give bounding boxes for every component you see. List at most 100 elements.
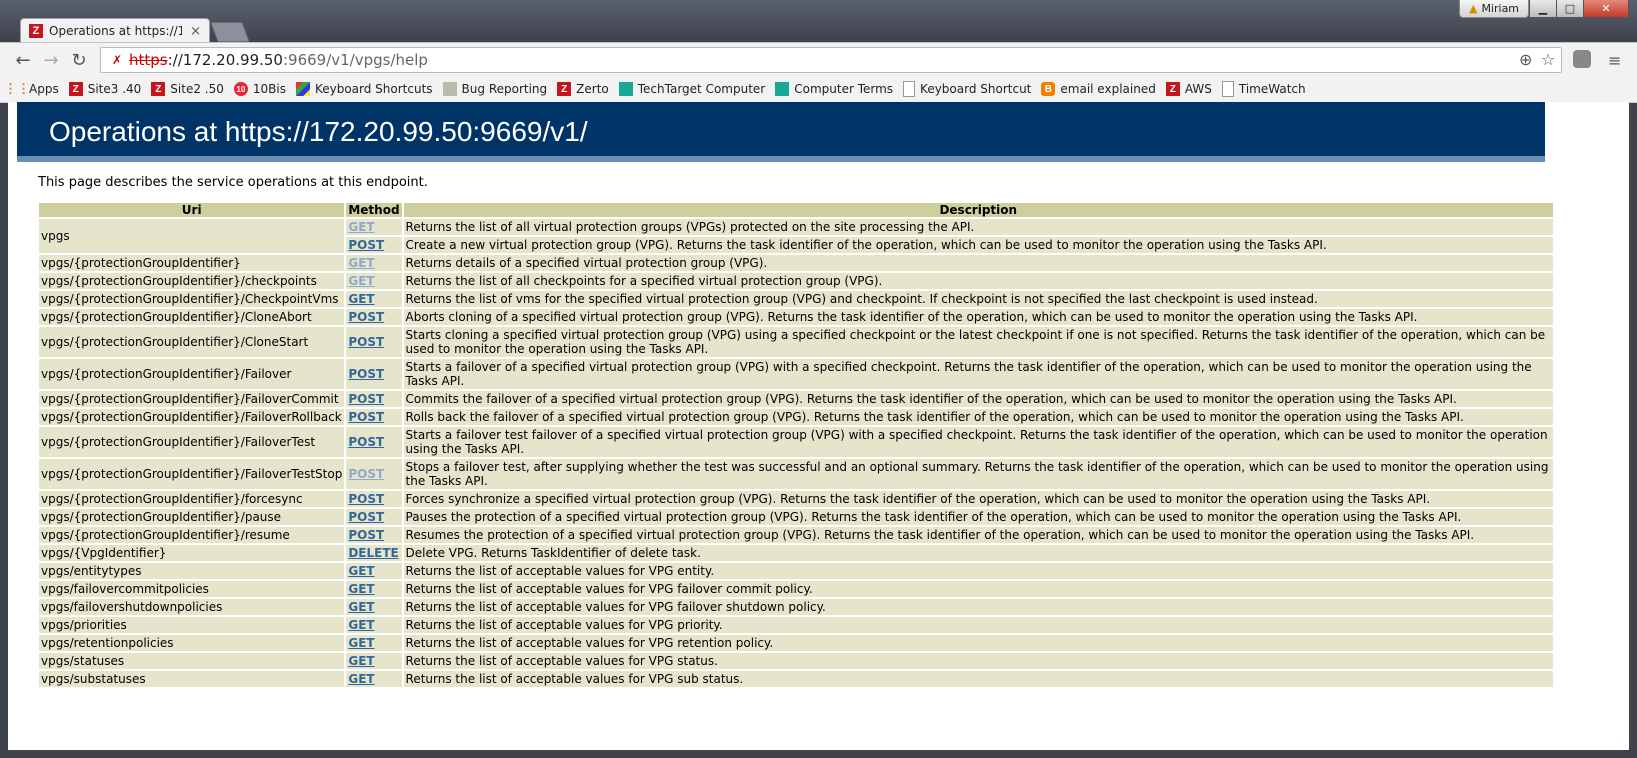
method-cell: DELETE bbox=[346, 545, 402, 561]
bookmark-label: Site2 .50 bbox=[170, 82, 224, 96]
method-link[interactable]: GET bbox=[348, 564, 374, 578]
method-link[interactable]: GET bbox=[348, 618, 374, 632]
method-link[interactable]: POST bbox=[348, 435, 384, 449]
method-cell: GET bbox=[346, 273, 402, 289]
method-link[interactable]: POST bbox=[348, 392, 384, 406]
uri-cell: vpgs/{protectionGroupIdentifier}/Failove… bbox=[39, 427, 345, 457]
bookmark-item[interactable]: Bemail explained bbox=[1041, 82, 1156, 96]
zerto-favicon-icon: Z bbox=[29, 24, 43, 38]
address-bar[interactable]: ✗ https://172.20.99.50:9669/v1/vpgs/help… bbox=[100, 47, 1562, 73]
method-link[interactable]: POST bbox=[348, 492, 384, 506]
method-cell: POST bbox=[346, 427, 402, 457]
tab-strip: Z Operations at https://172. × ▲ Miriam … bbox=[0, 0, 1637, 43]
method-link[interactable]: POST bbox=[348, 510, 384, 524]
description-cell: Returns the list of all virtual protecti… bbox=[403, 219, 1553, 235]
description-cell: Starts a failover test failover of a spe… bbox=[403, 427, 1553, 457]
method-link[interactable]: POST bbox=[348, 410, 384, 424]
bookmark-item[interactable]: TimeWatch bbox=[1221, 81, 1306, 97]
bookmark-item[interactable]: Computer Terms bbox=[775, 82, 893, 96]
zoom-icon[interactable]: ⊕ bbox=[1519, 50, 1532, 69]
table-row: vpgs/{protectionGroupIdentifier}/forcesy… bbox=[39, 491, 1553, 507]
bookmark-item[interactable]: ⋮⋮ Apps bbox=[4, 81, 59, 96]
menu-icon[interactable]: ≡ bbox=[1608, 51, 1621, 70]
table-row: vpgs GET Returns the list of all virtual p… bbox=[39, 219, 1553, 253]
method-cell: POST bbox=[346, 459, 402, 489]
bookmark-item[interactable]: Z Site3 .40 bbox=[68, 82, 142, 96]
uri-cell: vpgs/failovershutdownpolicies bbox=[39, 599, 345, 615]
bookmark-item[interactable]: Z Zerto bbox=[557, 82, 609, 96]
method-link[interactable]: GET bbox=[348, 654, 374, 668]
table-row: vpgs/failovershutdownpolicies GET Returns … bbox=[39, 599, 1553, 615]
tab-close-icon[interactable]: × bbox=[190, 24, 201, 39]
bookmark-label: Site3 .40 bbox=[87, 82, 142, 96]
description-cell: Returns the list of acceptable values fo… bbox=[403, 671, 1553, 687]
intro-text: This page describes the service operatio… bbox=[38, 175, 428, 190]
page-icon bbox=[1221, 81, 1234, 97]
bookmark-item[interactable]: TechTarget Computer bbox=[618, 82, 765, 96]
table-row: vpgs/{protectionGroupIdentifier}/Failove… bbox=[39, 459, 1553, 489]
method-link[interactable]: POST bbox=[348, 467, 384, 481]
back-arrow-icon[interactable]: ← bbox=[12, 49, 34, 71]
method-link[interactable]: GET bbox=[348, 672, 374, 686]
description-cell: Returns the list of acceptable values fo… bbox=[403, 599, 1553, 615]
description-cell: Returns the list of acceptable values fo… bbox=[403, 635, 1553, 651]
description-cell: Create a new virtual protection group (V… bbox=[403, 237, 1553, 253]
bookmark-label: Computer Terms bbox=[794, 82, 894, 96]
method-link[interactable]: GET bbox=[348, 582, 374, 596]
operations-table: Uri Method Description vpgs GET Returns th… bbox=[37, 201, 1555, 689]
method-link[interactable]: GET bbox=[348, 600, 374, 614]
column-header-description: Description bbox=[403, 203, 1553, 217]
apps-grid-icon: ⋮⋮ bbox=[4, 81, 30, 96]
method-link[interactable]: POST bbox=[348, 367, 384, 381]
method-link[interactable]: POST bbox=[348, 335, 384, 349]
method-link[interactable]: GET bbox=[348, 256, 374, 270]
minimize-button[interactable]: ▁ bbox=[1529, 0, 1557, 18]
uri-cell: vpgs/priorities bbox=[39, 617, 345, 633]
method-cell: POST bbox=[346, 327, 402, 357]
forward-arrow-icon[interactable]: → bbox=[40, 49, 62, 71]
bookmark-item[interactable]: Z AWS bbox=[1165, 82, 1212, 96]
bookmark-label: Bug Reporting bbox=[461, 82, 548, 96]
url-host: ://172.20.99.50 bbox=[167, 51, 283, 69]
method-link[interactable]: POST bbox=[348, 310, 384, 324]
method-cell: POST bbox=[346, 409, 402, 425]
method-link[interactable]: GET bbox=[348, 636, 374, 650]
method-cell: GET bbox=[346, 617, 402, 633]
tab-title: Operations at https://172. bbox=[49, 24, 183, 38]
method-cell: GET bbox=[346, 219, 402, 235]
bookmarks-bar: ⋮⋮ Apps Z Site3 .40 Z Site2 .50 10 10Bis Keyboar… bbox=[0, 76, 1637, 103]
table-row: vpgs/statuses GET Returns the list of acce… bbox=[39, 653, 1553, 669]
column-header-method: Method bbox=[346, 203, 402, 217]
profile-button[interactable]: ▲ Miriam bbox=[1459, 0, 1529, 18]
bookmark-item[interactable]: 10 10Bis bbox=[233, 82, 286, 96]
method-link[interactable]: POST bbox=[348, 528, 384, 542]
method-link[interactable]: GET bbox=[348, 292, 374, 306]
method-cell: POST bbox=[346, 509, 402, 525]
description-cell: Returns the list of all checkpoints for … bbox=[403, 273, 1553, 289]
browser-tab[interactable]: Z Operations at https://172. × bbox=[20, 18, 210, 43]
method-cell: GET bbox=[346, 563, 402, 579]
table-row: vpgs/{protectionGroupIdentifier}/resume P… bbox=[39, 527, 1553, 543]
method-link[interactable]: POST bbox=[348, 238, 384, 252]
maximize-button[interactable]: □ bbox=[1556, 0, 1584, 18]
table-row: vpgs/failovercommitpolicies GET Returns th… bbox=[39, 581, 1553, 597]
zerto-icon: Z bbox=[557, 82, 572, 96]
bookmark-item[interactable]: Keyboard Shortcuts bbox=[295, 82, 433, 96]
method-link[interactable]: DELETE bbox=[348, 546, 398, 560]
extension-icon[interactable] bbox=[1573, 50, 1591, 68]
method-link[interactable]: GET bbox=[348, 274, 374, 288]
bookmark-label: Zerto bbox=[576, 82, 609, 96]
browser-window: Z Operations at https://172. × ▲ Miriam … bbox=[0, 0, 1637, 758]
bookmark-star-icon[interactable]: ☆ bbox=[1541, 50, 1555, 69]
new-tab-button[interactable] bbox=[210, 22, 250, 42]
page-header: Operations at https://172.20.99.50:9669/… bbox=[17, 102, 1545, 162]
bookmark-item[interactable]: Keyboard Shortcut bbox=[903, 81, 1031, 97]
reload-icon[interactable]: ↻ bbox=[68, 49, 90, 71]
window-close-button[interactable]: ✕ bbox=[1583, 0, 1629, 18]
bookmark-item[interactable]: Z Site2 .50 bbox=[151, 82, 224, 96]
bookmark-item[interactable]: Bug Reporting bbox=[442, 82, 548, 96]
warning-icon: ▲ bbox=[1468, 2, 1478, 15]
method-link[interactable]: GET bbox=[348, 220, 374, 234]
table-row: vpgs/{protectionGroupIdentifier}/CloneAb… bbox=[39, 309, 1553, 325]
method-cell: GET bbox=[346, 581, 402, 597]
